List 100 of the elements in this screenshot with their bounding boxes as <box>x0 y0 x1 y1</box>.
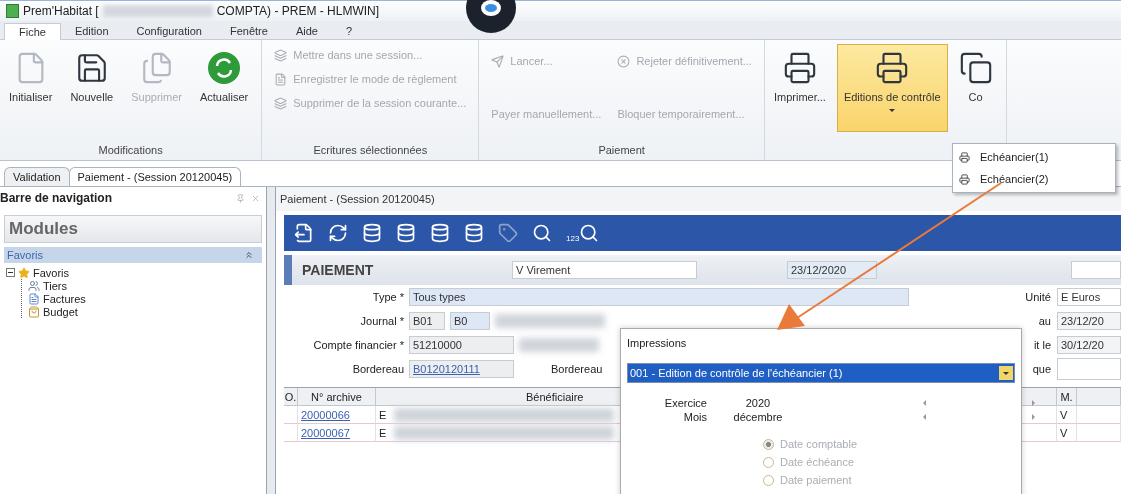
group-label: Ecritures sélectionnées <box>312 143 429 158</box>
document-tab[interactable]: Validation <box>4 167 70 186</box>
journal-code-field[interactable]: B01 <box>409 312 445 330</box>
layers-icon <box>274 96 288 110</box>
field-label: it le <box>1033 339 1051 351</box>
refresh-icon <box>328 223 348 243</box>
archive-link[interactable]: 20000066 <box>301 408 350 421</box>
column-header[interactable]: M. <box>1057 388 1077 406</box>
document-title: Paiement - (Session 20120045) <box>276 187 1121 211</box>
ribbon-button[interactable]: Initialiser <box>2 44 60 132</box>
column-header[interactable] <box>1077 388 1121 406</box>
printer-icon <box>782 51 817 85</box>
database-icon <box>430 223 450 243</box>
toolbar-button[interactable] <box>294 223 314 243</box>
menu-tab[interactable]: Configuration <box>122 23 216 39</box>
layers-icon <box>274 48 288 62</box>
param-value: décembre <box>732 411 784 423</box>
app-icon <box>6 4 19 18</box>
table-cell <box>1077 424 1121 442</box>
date-field[interactable]: 30/12/20 <box>1057 336 1121 354</box>
field-label: Bordereau <box>551 363 603 375</box>
input-field[interactable] <box>1057 358 1121 380</box>
journal-field[interactable]: B0 <box>450 312 490 330</box>
toolbar-button[interactable]: 123 <box>566 223 600 243</box>
toolbar-button[interactable] <box>464 223 484 243</box>
pin-icon[interactable] <box>236 193 245 203</box>
archive-link[interactable]: 20000067 <box>301 426 350 439</box>
tree-item[interactable]: Favoris <box>33 266 70 279</box>
input-field[interactable] <box>1071 261 1121 279</box>
report-dropdown[interactable]: 001 - Edition de contrôle de l'échéancier (1) <box>627 363 1015 383</box>
menu-item[interactable]: Echéancier(2) <box>953 168 1115 190</box>
ribbon-button[interactable]: Editions de contrôle <box>836 44 948 132</box>
printer-icon <box>959 151 970 163</box>
account-field[interactable]: 51210000 <box>409 336 514 354</box>
collapse-icon[interactable] <box>6 268 15 277</box>
bordereau-link[interactable]: B0120120111 <box>413 363 480 375</box>
ribbon-button[interactable]: Imprimer... <box>766 44 833 132</box>
field-label: Type * <box>371 291 404 303</box>
toolbar-button[interactable] <box>430 223 450 243</box>
menu-tab[interactable]: Aide <box>281 23 332 39</box>
date-field[interactable]: 23/12/2020 <box>787 261 877 279</box>
window-title: Prem'Habitat [ <box>23 4 99 18</box>
close-icon[interactable] <box>251 193 260 203</box>
database-icon <box>396 223 416 243</box>
printer-icon <box>875 51 910 85</box>
collapse-icon <box>244 250 254 260</box>
menu-tab[interactable]: Edition <box>60 23 123 39</box>
send-icon <box>491 54 505 68</box>
caret-icon <box>1003 371 1009 375</box>
printer-icon <box>959 173 970 185</box>
tree-item[interactable]: Factures <box>43 292 86 305</box>
window-title: COMPTA) - PREM - HLMWIN] <box>216 4 380 18</box>
page-icon <box>274 72 288 86</box>
tree-item[interactable]: Tiers <box>43 279 68 292</box>
table-cell: V <box>1057 424 1077 442</box>
section-title: PAIEMENT <box>301 262 375 278</box>
toolbar-button[interactable] <box>362 223 382 243</box>
menu-tab[interactable]: Fiche <box>4 23 61 40</box>
date-field[interactable]: 23/12/20 <box>1057 312 1121 330</box>
database-icon <box>464 223 484 243</box>
ribbon-button[interactable]: Co <box>951 44 1000 132</box>
document-icon <box>28 292 40 305</box>
toolbar-button[interactable] <box>328 223 348 243</box>
splitter[interactable] <box>267 187 276 494</box>
toolbar-button[interactable] <box>532 223 552 243</box>
unit-field[interactable]: E Euros <box>1057 288 1121 306</box>
search-icon <box>579 223 600 243</box>
type-field[interactable]: Tous types <box>409 288 909 306</box>
section-bar[interactable]: Favoris <box>4 247 262 263</box>
menu-tab[interactable]: ? <box>331 23 367 39</box>
number-label: 123 <box>566 234 580 243</box>
table-cell: V <box>1057 406 1077 424</box>
column-header[interactable]: N° archive <box>298 388 376 406</box>
ribbon-button[interactable]: Actualiser <box>192 44 256 132</box>
tag-icon <box>498 223 518 243</box>
refresh-icon <box>207 51 242 85</box>
mode-dropdown[interactable]: V Virement <box>512 261 697 279</box>
reject-icon <box>617 54 631 68</box>
field-label: au <box>1038 315 1051 327</box>
field-label: Bordereau <box>351 363 404 375</box>
modules-header: Modules <box>4 215 262 243</box>
param-value: 2020 <box>744 397 772 409</box>
menu-item[interactable]: Echéancier(1) <box>953 146 1115 168</box>
group-label: Modifications <box>97 143 164 158</box>
menu-tab[interactable]: Fenêtre <box>216 23 282 39</box>
star-icon <box>18 266 30 279</box>
field-label: Journal * <box>359 315 404 327</box>
column-header[interactable]: O. <box>284 388 298 406</box>
bag-icon <box>28 305 40 318</box>
table-cell <box>1077 406 1121 424</box>
field-label: que <box>1032 363 1051 375</box>
toolbar-button[interactable] <box>396 223 416 243</box>
param-label: Mois <box>682 411 707 423</box>
tree-item[interactable]: Budget <box>43 305 78 318</box>
group-label: Paiement <box>597 143 646 158</box>
param-label: Exercice <box>663 397 707 409</box>
ribbon-button[interactable]: Nouvelle <box>63 44 121 132</box>
database-icon <box>362 223 382 243</box>
document-tab[interactable]: Paiement - (Session 20120045) <box>68 167 242 186</box>
panel-title: Barre de navigation <box>0 191 114 205</box>
